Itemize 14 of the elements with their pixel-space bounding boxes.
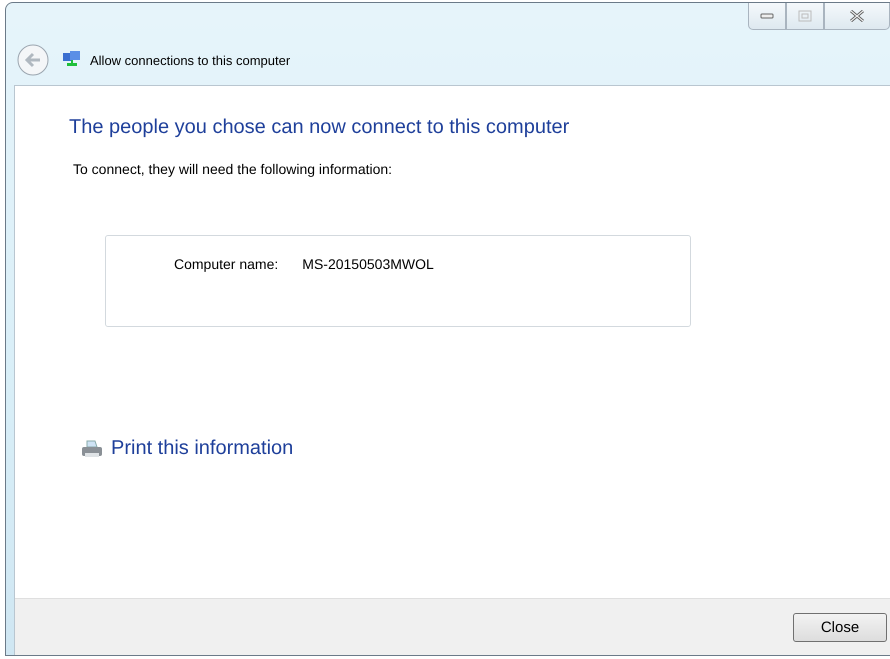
info-label: Computer name:	[174, 256, 278, 272]
window-title: Allow connections to this computer	[90, 52, 290, 68]
back-button[interactable]	[16, 43, 50, 77]
maximize-icon	[798, 10, 812, 22]
info-value: MS-20150503MWOL	[302, 256, 434, 272]
print-link[interactable]: Print this information	[81, 437, 294, 460]
close-window-button[interactable]	[824, 3, 890, 30]
minimize-icon	[760, 12, 774, 20]
page-heading: The people you chose can now connect to this computer	[69, 116, 570, 139]
close-button[interactable]: Close	[793, 612, 887, 642]
minimize-button[interactable]	[748, 3, 786, 30]
instruction-text: To connect, they will need the following information:	[73, 161, 394, 177]
close-icon	[849, 10, 865, 22]
printer-icon	[81, 438, 103, 458]
